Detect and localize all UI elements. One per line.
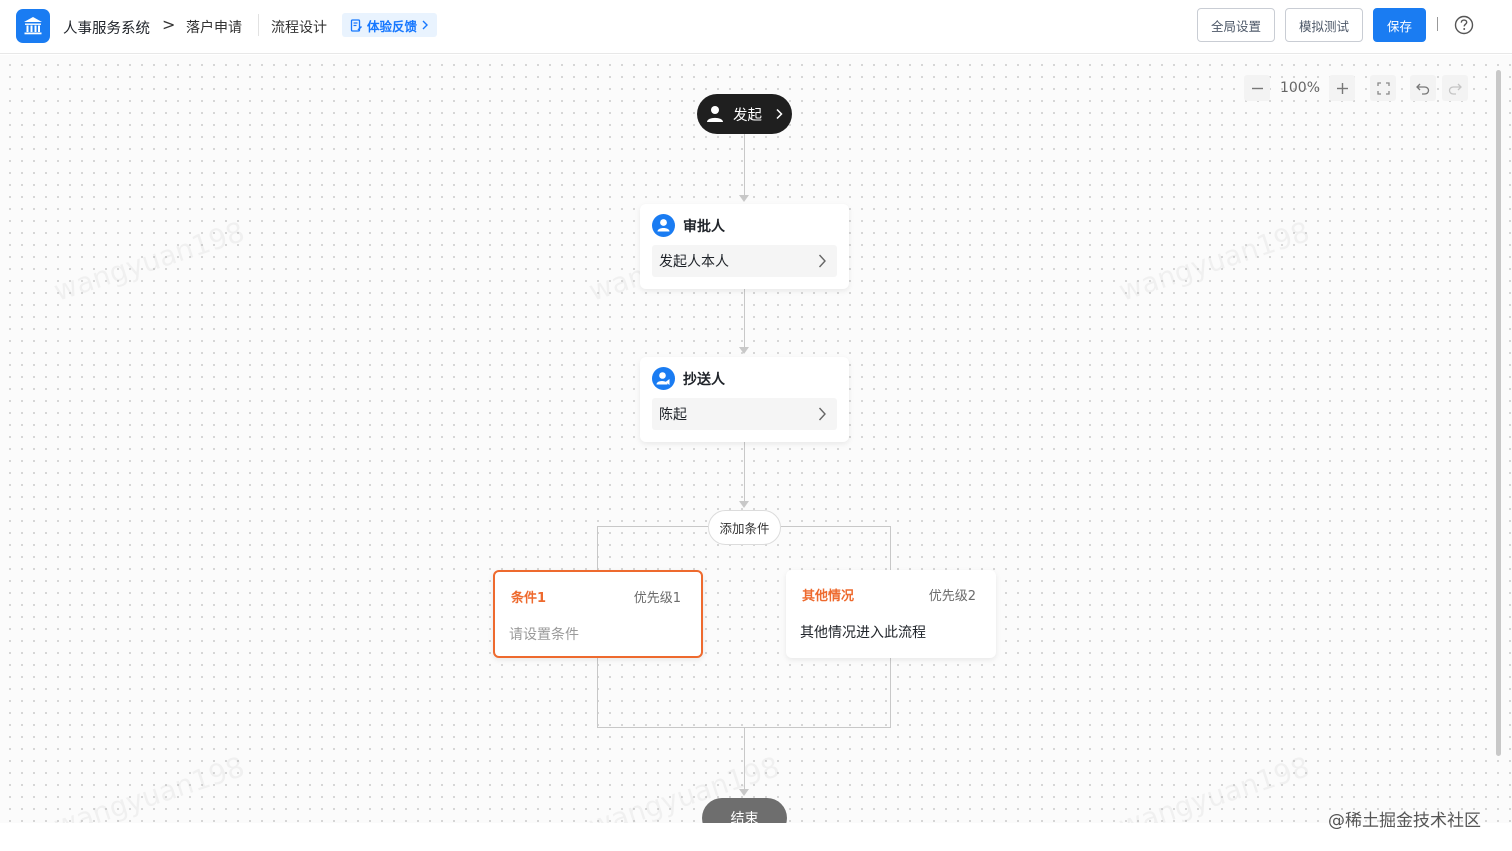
cc-value-field[interactable]: 陈起 bbox=[652, 398, 837, 430]
user-icon bbox=[707, 106, 723, 122]
condition-title: 其他情况 bbox=[802, 589, 855, 604]
zoom-in-button[interactable] bbox=[1329, 75, 1355, 101]
add-condition-button[interactable]: 添加条件 bbox=[708, 510, 781, 545]
approver-icon bbox=[652, 214, 675, 237]
branch-line bbox=[597, 658, 598, 728]
connector-line bbox=[744, 727, 745, 791]
app-name-breadcrumb[interactable]: 人事服务系统 bbox=[63, 17, 150, 38]
condition-node-2[interactable]: 其他情况 优先级2 其他情况进入此流程 bbox=[786, 570, 996, 658]
connector-line bbox=[744, 134, 745, 196]
chevron-right-icon bbox=[776, 108, 783, 120]
fullscreen-button[interactable] bbox=[1370, 75, 1396, 101]
vertical-scrollbar[interactable] bbox=[1496, 70, 1501, 756]
cc-title: 抄送人 bbox=[683, 371, 725, 388]
condition-priority: 优先级2 bbox=[928, 589, 976, 604]
header-divider-right bbox=[1437, 17, 1438, 31]
connector-line bbox=[744, 441, 745, 503]
question-circle-icon[interactable] bbox=[1454, 15, 1474, 35]
zoom-out-button[interactable] bbox=[1244, 75, 1270, 101]
cc-node[interactable]: 抄送人 陈起 bbox=[640, 357, 849, 442]
condition-node-1[interactable]: 条件1 优先级1 请设置条件 bbox=[493, 570, 703, 658]
approver-node[interactable]: 审批人 发起人本人 bbox=[640, 204, 849, 289]
section-title: 流程设计 bbox=[271, 20, 327, 36]
cc-user-icon bbox=[652, 367, 675, 390]
page-name-breadcrumb[interactable]: 落户申请 bbox=[186, 17, 242, 37]
chevron-right-icon bbox=[818, 254, 826, 268]
zoom-level: 100% bbox=[1279, 80, 1321, 96]
feedback-button[interactable]: 体验反馈 bbox=[342, 13, 438, 37]
watermark: wangyuan198 bbox=[1115, 215, 1314, 308]
connector-line bbox=[744, 289, 745, 349]
chevron-right-icon bbox=[818, 407, 826, 421]
connector-arrow bbox=[739, 501, 749, 508]
breadcrumb-separator: > bbox=[162, 15, 176, 34]
undo-icon bbox=[1416, 83, 1430, 95]
top-header: 人事服务系统 > 落户申请 流程设计 体验反馈 全局设置 模拟测试 保存 bbox=[0, 0, 1512, 54]
connector-arrow bbox=[739, 789, 749, 796]
feedback-label: 体验反馈 bbox=[367, 18, 418, 34]
watermark: wangyuan198 bbox=[50, 215, 249, 308]
redo-button[interactable] bbox=[1442, 75, 1468, 101]
bottom-strip bbox=[0, 823, 1512, 851]
watermark: wangyuan198 bbox=[1115, 750, 1314, 823]
undo-button[interactable] bbox=[1410, 75, 1436, 101]
branch-line bbox=[597, 526, 708, 527]
start-node[interactable]: 发起 bbox=[697, 94, 792, 134]
bank-icon[interactable] bbox=[16, 9, 50, 43]
fullscreen-icon bbox=[1376, 81, 1390, 95]
start-node-label: 发起 bbox=[733, 107, 762, 124]
watermark: wangyuan198 bbox=[50, 750, 249, 823]
redo-icon bbox=[1448, 83, 1462, 95]
plus-icon bbox=[1336, 82, 1348, 94]
feedback-icon bbox=[350, 18, 363, 32]
branch-line bbox=[597, 526, 598, 571]
header-divider bbox=[258, 14, 259, 36]
site-credit: @稀土掘金技术社区 bbox=[1328, 811, 1481, 831]
condition-title: 条件1 bbox=[511, 591, 547, 606]
condition-description: 请设置条件 bbox=[509, 627, 579, 643]
simulate-test-button[interactable]: 模拟测试 bbox=[1285, 8, 1363, 42]
branch-line bbox=[781, 526, 891, 527]
branch-line bbox=[890, 526, 891, 571]
chevron-right-icon bbox=[422, 20, 429, 30]
approver-value-field[interactable]: 发起人本人 bbox=[652, 245, 837, 277]
cc-value: 陈起 bbox=[659, 407, 687, 423]
minus-icon bbox=[1251, 87, 1263, 89]
global-settings-button[interactable]: 全局设置 bbox=[1197, 8, 1275, 42]
connector-arrow bbox=[739, 195, 749, 202]
connector-arrow bbox=[739, 347, 749, 354]
condition-priority: 优先级1 bbox=[633, 591, 681, 606]
save-button[interactable]: 保存 bbox=[1373, 8, 1426, 42]
condition-description: 其他情况进入此流程 bbox=[800, 625, 926, 641]
approver-title: 审批人 bbox=[683, 218, 725, 235]
branch-line bbox=[890, 658, 891, 728]
approver-value: 发起人本人 bbox=[659, 254, 729, 270]
